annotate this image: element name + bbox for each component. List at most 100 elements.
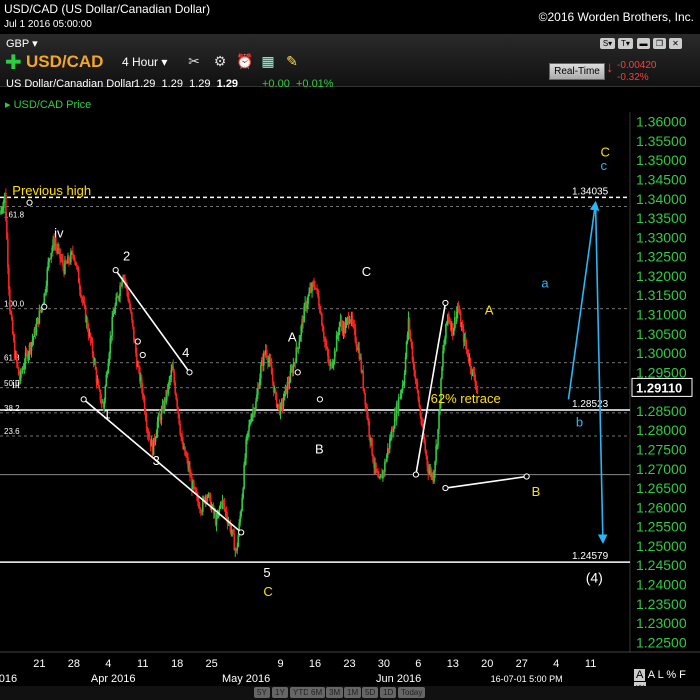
- y-tick-label: 1.30500: [636, 326, 687, 342]
- legend-label: USD/CAD Price: [13, 99, 92, 111]
- y-tick-label: 1.25500: [636, 519, 687, 535]
- x-tick-label: 23: [343, 658, 355, 670]
- wave-label: B: [315, 441, 324, 456]
- y-tick-label: 1.32000: [636, 268, 687, 284]
- auto-scale-button[interactable]: A: [634, 669, 646, 681]
- candle-body: [119, 285, 121, 297]
- candle-body: [298, 341, 301, 348]
- close-icon: ✕: [672, 39, 679, 48]
- y-tick-label: 1.23000: [636, 615, 687, 631]
- y-tick-label: 1.23500: [636, 596, 687, 612]
- change-pct-value: +0.01%: [295, 78, 334, 90]
- candle-body: [148, 437, 151, 440]
- currency-dropdown[interactable]: GBP ▾: [6, 37, 38, 50]
- x-tick-label: 6: [415, 658, 421, 670]
- wave-point-marker: [139, 351, 146, 359]
- wave-point-marker: [80, 396, 87, 403]
- candle-body: [193, 481, 195, 487]
- y-tick-label: 1.28000: [636, 422, 687, 438]
- fib-level-label: 38.2: [4, 404, 20, 413]
- wave-label: iv: [54, 225, 64, 240]
- fib-level-label: 100.0: [4, 300, 25, 309]
- candle-body: [362, 371, 365, 389]
- candle-body: [476, 386, 479, 388]
- price-chart[interactable]: 1.36000 1.35500 1.35000 1.34500 1.34000 1.335…: [0, 112, 700, 686]
- trendline: [115, 269, 191, 373]
- trendline: [594, 202, 608, 544]
- title-bar: USD/CAD (US Dollar/Canadian Dollar) ©201…: [0, 0, 700, 24]
- wave-label: 5: [263, 565, 270, 580]
- y-tick-label: 1.33000: [636, 229, 687, 245]
- candle-body: [289, 371, 292, 383]
- candle-body: [363, 388, 366, 394]
- y-tick-label: 1.32500: [636, 249, 687, 265]
- settings-icon[interactable]: ⚙: [212, 53, 228, 69]
- x-tick-label: 2016: [0, 673, 17, 685]
- candle-body: [98, 387, 101, 390]
- candle-body: [32, 336, 35, 340]
- minimize-button[interactable]: ▬: [637, 38, 650, 49]
- last-price-label: 1.29110: [636, 380, 682, 395]
- calculator-icon[interactable]: ▦: [260, 53, 276, 69]
- x-tick-label: 30: [378, 658, 390, 670]
- range-button-5y[interactable]: 5Y: [254, 687, 270, 698]
- candle-body: [8, 267, 10, 290]
- candle-body: [397, 397, 400, 411]
- candle-body: [154, 438, 157, 443]
- realtime-change: -0.00420 -0.32%: [617, 60, 656, 84]
- style-menu-label: S▾: [602, 39, 613, 48]
- candle-body: [465, 344, 468, 349]
- close-button[interactable]: ✕: [669, 38, 682, 49]
- wave-label: (4): [586, 570, 603, 586]
- x-tick-label: Apr 2016: [91, 673, 136, 685]
- range-button-5d[interactable]: 5D: [362, 687, 379, 698]
- price-legend[interactable]: ▸ USD/CAD Price: [5, 98, 91, 111]
- y-tick-label: 1.31000: [636, 307, 687, 323]
- range-button-3m[interactable]: 3M: [326, 687, 344, 698]
- y-tick-label: 1.28500: [636, 403, 687, 419]
- y-tick-label: 1.31500: [636, 287, 687, 303]
- candle-body: [74, 257, 76, 262]
- candle-body: [5, 192, 7, 221]
- range-button-today[interactable]: Today: [398, 687, 426, 698]
- candle-body: [174, 382, 177, 394]
- wave-label: C: [362, 264, 371, 279]
- maximize-button[interactable]: ❐: [653, 38, 666, 49]
- realtime-button[interactable]: Real-Time: [549, 63, 605, 80]
- y-tick-label: 1.35000: [636, 152, 687, 168]
- y-tick-label: 1.33500: [636, 210, 687, 226]
- candle-body: [176, 399, 178, 408]
- wave-label: 4: [182, 345, 189, 360]
- timeframe-dropdown[interactable]: 4 Hour ▾: [122, 55, 167, 69]
- text-menu-button[interactable]: T▾: [618, 38, 633, 49]
- wave-label: 62% retrace: [431, 391, 501, 406]
- tools-icon[interactable]: ✂: [186, 53, 202, 69]
- candle-body: [255, 401, 257, 409]
- x-tick-label: May 2016: [222, 673, 270, 685]
- candle-body: [243, 464, 245, 489]
- symbol-input[interactable]: USD/CAD: [26, 52, 103, 72]
- candle-body: [7, 238, 9, 268]
- x-tick-label: Jun 2016: [376, 673, 421, 685]
- x-tick-label: 25: [206, 658, 218, 670]
- note-icon[interactable]: ✎: [284, 53, 300, 69]
- candle-body: [236, 546, 239, 551]
- wave-point-marker: [238, 529, 245, 536]
- timeframe-label: 4 Hour: [122, 55, 159, 69]
- fib-level-label: 61.8: [4, 354, 20, 363]
- range-button-1m[interactable]: 1M: [344, 687, 362, 698]
- add-icon[interactable]: ✚: [5, 50, 22, 75]
- range-button-1y[interactable]: 1Y: [272, 687, 288, 698]
- alarm-clock-icon[interactable]: ⏰: [236, 53, 253, 69]
- wave-point-marker: [523, 473, 530, 480]
- range-button-6m[interactable]: 6M: [308, 687, 326, 698]
- candle-body: [271, 374, 274, 382]
- trendline: [445, 475, 527, 489]
- style-menu-button[interactable]: S▾: [600, 38, 615, 49]
- candle-body: [242, 488, 244, 499]
- range-button-1d[interactable]: 1D: [380, 687, 397, 698]
- realtime-change-value: -0.00420: [617, 60, 657, 71]
- wave-label: B: [532, 484, 541, 499]
- fib-level-label: 23.6: [4, 427, 20, 436]
- candle-body: [35, 324, 38, 335]
